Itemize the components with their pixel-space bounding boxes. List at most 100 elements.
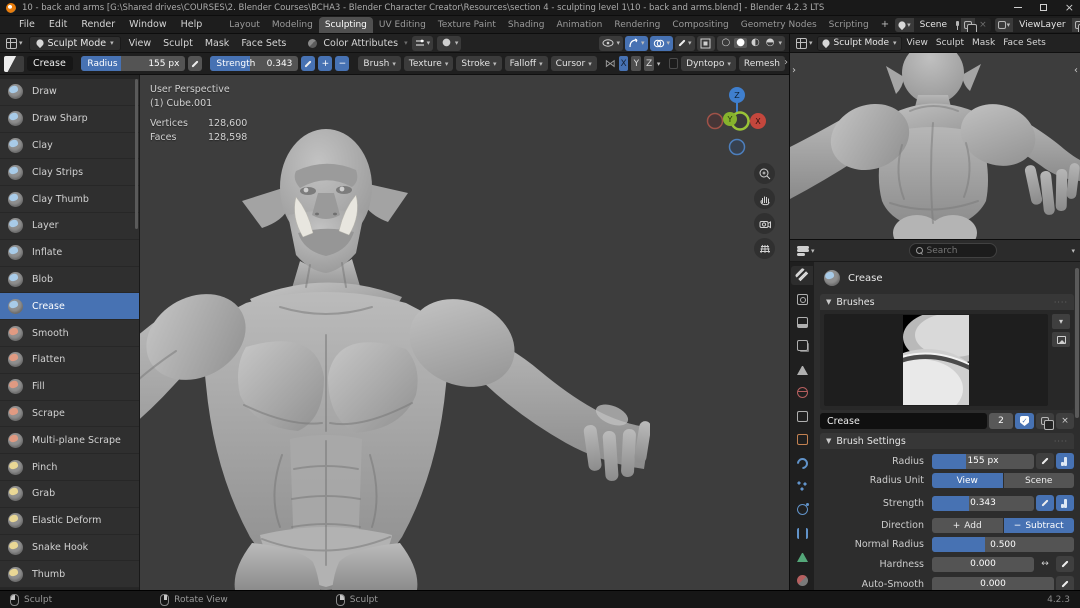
hardness-pressure-button[interactable] <box>1056 556 1074 572</box>
brush-smooth[interactable]: Smooth <box>0 320 139 347</box>
tab-world[interactable] <box>791 383 813 402</box>
menu-sculpt[interactable]: Sculpt <box>159 38 197 49</box>
stroke-dropdown[interactable]: Stroke▾ <box>456 56 501 71</box>
add-workspace-button[interactable]: + <box>875 17 895 33</box>
cursor-dropdown[interactable]: Cursor▾ <box>551 56 597 71</box>
menu-help[interactable]: Help <box>174 16 210 33</box>
radius-tablet-button[interactable] <box>1056 453 1074 469</box>
menu-mask[interactable]: Mask <box>201 38 233 49</box>
viewlayer-selector[interactable]: ▾ ViewLayer × <box>995 18 1080 32</box>
brush-elastic-deform[interactable]: Elastic Deform <box>0 508 139 535</box>
tab-view-layer[interactable] <box>791 336 813 355</box>
minimize-button[interactable] <box>1014 7 1022 8</box>
main-3d-viewport[interactable]: User Perspective (1) Cube.001 Vertices12… <box>0 75 789 590</box>
brush-dropdown[interactable]: Brush▾ <box>358 56 401 71</box>
strength-tablet-button[interactable] <box>1056 495 1074 511</box>
strength-pressure-button[interactable] <box>1036 495 1054 511</box>
tab-collection[interactable] <box>791 407 813 426</box>
sculpt-model-back[interactable] <box>790 53 1080 240</box>
tab-layout[interactable]: Layout <box>223 17 266 33</box>
brush-draw[interactable]: Draw <box>0 79 139 106</box>
tab-render[interactable] <box>791 289 813 308</box>
tab-modeling[interactable]: Modeling <box>266 17 319 33</box>
users-count-button[interactable]: 2 <box>989 413 1013 429</box>
brush-clay-thumb[interactable]: Clay Thumb <box>0 186 139 213</box>
secondary-3d-viewport[interactable]: › ‹ <box>790 53 1080 240</box>
brushes-panel-header[interactable]: ▼ Brushes ···· <box>820 294 1074 310</box>
shading-dropdown[interactable]: ▾ <box>778 39 782 47</box>
brush-name-field[interactable]: Crease <box>820 413 987 429</box>
tab-output[interactable] <box>791 313 813 332</box>
brush-pinch[interactable]: Pinch <box>0 454 139 481</box>
menu-edit[interactable]: Edit <box>42 16 74 33</box>
radius-slider[interactable]: 155 px <box>932 454 1034 469</box>
tab-scripting[interactable]: Scripting <box>823 17 875 33</box>
menu-face-sets[interactable]: Face Sets <box>237 38 290 49</box>
grease-pencil-dropdown[interactable]: ●▾ <box>437 36 461 51</box>
symmetry-dropdown[interactable]: ▾ <box>657 60 661 68</box>
brush-layer[interactable]: Layer <box>0 213 139 240</box>
annotation-dropdown[interactable]: ▾ <box>675 36 695 51</box>
radius-unit-scene-button[interactable]: Scene <box>1004 473 1075 488</box>
radius-slider[interactable]: Radius155 px <box>81 56 185 71</box>
viewlayer-name[interactable]: ViewLayer <box>1013 20 1071 30</box>
panel-grip-icon[interactable]: ···· <box>1054 298 1068 307</box>
properties-options-dropdown[interactable]: ▾ <box>1071 247 1075 255</box>
mode-selector[interactable]: Sculpt Mode▾ <box>817 36 902 51</box>
orthographic-toggle-button[interactable] <box>754 238 775 259</box>
tab-modifiers[interactable] <box>791 453 813 472</box>
auto-smooth-pressure-button[interactable] <box>1056 576 1074 590</box>
shading-solid-button[interactable]: ● <box>734 38 747 48</box>
brush-name-field[interactable]: Crease <box>27 56 73 71</box>
normal-radius-slider[interactable]: 0.500 <box>932 537 1074 552</box>
tab-uv-editing[interactable]: UV Editing <box>373 17 432 33</box>
direction-subtract-button[interactable]: − <box>335 56 349 71</box>
brush-settings-panel-header[interactable]: ▼ Brush Settings ···· <box>820 433 1074 449</box>
brush-inflate[interactable]: Inflate <box>0 240 139 267</box>
header-overflow-arrow[interactable]: › <box>784 57 788 68</box>
new-viewlayer-icon[interactable] <box>1075 21 1080 29</box>
shading-rendered-button[interactable]: ◓ <box>764 38 777 48</box>
direction-add-button[interactable]: +Add <box>932 518 1003 533</box>
shading-material-button[interactable]: ◐ <box>749 38 762 48</box>
unlink-brush-button[interactable]: × <box>1056 413 1074 429</box>
panel-grip-icon[interactable]: ···· <box>1054 437 1068 446</box>
fake-user-shield-button[interactable]: ✓ <box>1015 413 1034 429</box>
toolbar-scrollbar[interactable] <box>135 79 138 229</box>
zoom-button[interactable] <box>754 163 775 184</box>
pin-icon[interactable] <box>953 21 961 29</box>
maximize-button[interactable] <box>1040 4 1047 11</box>
tab-scene[interactable] <box>791 360 813 379</box>
scene-selector[interactable]: ▾ Scene × <box>895 18 991 32</box>
brush-grab[interactable]: Grab <box>0 481 139 508</box>
brush-fill[interactable]: Fill <box>0 374 139 401</box>
falloff-dropdown[interactable]: Falloff▾ <box>505 56 548 71</box>
brush-scrape[interactable]: Scrape <box>0 401 139 428</box>
auto-smooth-slider[interactable]: 0.000 <box>932 577 1054 591</box>
unlink-scene-icon[interactable]: × <box>975 20 991 30</box>
direction-add-button[interactable]: + <box>318 56 332 71</box>
menu-view[interactable]: View <box>125 38 156 49</box>
menu-sculpt[interactable]: Sculpt <box>933 38 967 48</box>
gizmos-toggle[interactable]: ▾ <box>625 36 648 51</box>
tab-tool[interactable] <box>791 266 813 285</box>
tab-compositing[interactable]: Compositing <box>666 17 734 33</box>
tab-animation[interactable]: Animation <box>550 17 608 33</box>
tab-texture-paint[interactable]: Texture Paint <box>432 17 502 33</box>
pan-hand-button[interactable] <box>754 188 775 209</box>
brush-preview-button[interactable] <box>4 56 24 72</box>
properties-search[interactable] <box>909 243 997 258</box>
tab-constraints[interactable] <box>791 524 813 543</box>
texture-dropdown[interactable]: Texture▾ <box>404 56 453 71</box>
new-scene-icon[interactable] <box>964 21 972 29</box>
tab-material[interactable] <box>791 570 813 589</box>
properties-scrollbar[interactable] <box>1075 268 1079 418</box>
asset-view-dropdown[interactable]: ▾ <box>1052 314 1070 329</box>
menu-file[interactable]: File <box>12 16 42 33</box>
camera-view-button[interactable] <box>754 213 775 234</box>
editor-type-button[interactable]: ▾ <box>794 38 815 49</box>
dyntopo-checkbox[interactable] <box>669 58 678 69</box>
radius-pressure-button[interactable] <box>188 56 202 71</box>
overlays-toggle[interactable]: ▾ <box>650 36 674 51</box>
menu-face-sets[interactable]: Face Sets <box>1000 38 1049 48</box>
